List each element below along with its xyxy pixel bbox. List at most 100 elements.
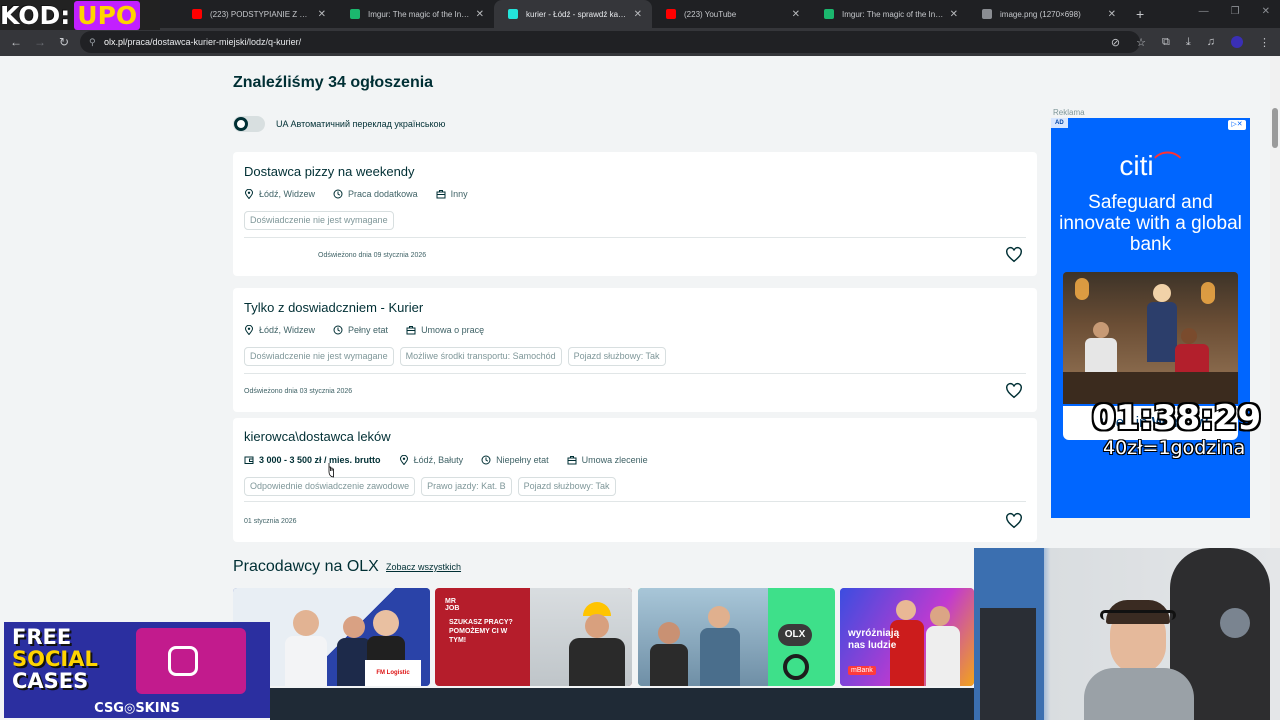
close-window-icon[interactable]: ✕ (1262, 6, 1270, 17)
listing-date: Odświeżono dnia 09 stycznia 2026 (318, 252, 427, 259)
tab-close-icon[interactable]: ✕ (634, 9, 642, 20)
location-pin-icon (244, 189, 254, 199)
employer-slogan: SZUKASZ PRACY? POMOŻEMY CI W TYM! (449, 619, 513, 644)
listing-work-time: Pełny etat (348, 325, 389, 335)
wallet-icon (244, 456, 254, 464)
employer-tile-mr-job[interactable]: MR JOB SZUKASZ PRACY? POMOŻEMY CI W TYM! (435, 588, 632, 686)
listing-meta: Łódź, Widzew Praca dodatkowa Inny (244, 189, 486, 199)
reload-icon[interactable]: ↻ (52, 35, 76, 49)
tab-close-icon[interactable]: ✕ (1108, 9, 1116, 20)
stream-rate-text: 40zł=1godzina (1103, 437, 1246, 459)
mbank-logo: mBank (848, 666, 876, 675)
listing-card[interactable]: Tylko z doswiadczniem - Kurier Łódź, Wid… (233, 288, 1037, 412)
browser-tab[interactable]: Imgur: The magic of the Intern ✕ (336, 0, 494, 28)
url-domain: olx.pl (104, 37, 126, 47)
listing-meta: 3 000 - 3 500 zł / mies. brutto Łódź, Ba… (244, 455, 666, 465)
employer-tile-mbank[interactable]: wyróżniają nas ludzie mBank (840, 588, 974, 686)
tab-close-icon[interactable]: ✕ (792, 9, 800, 20)
media-icon[interactable]: ♫ (1207, 36, 1215, 48)
minimize-icon[interactable]: — (1199, 6, 1209, 17)
listing-date: 01 stycznia 2026 (244, 518, 297, 525)
stream-timer: 01:38:29 (1092, 398, 1262, 438)
forward-icon[interactable]: → (28, 35, 52, 49)
ad-tag: AD (1051, 118, 1068, 128)
listing-work-time: Praca dodatkowa (348, 189, 418, 199)
translate-toggle[interactable] (233, 116, 265, 132)
ad-choices-icon[interactable]: ▷✕ (1228, 120, 1246, 130)
translate-toggle-row: UA Автоматичний переклад українською (233, 116, 445, 132)
stream-logo-overlay: KOD: UPO (0, 0, 160, 30)
browser-tab[interactable]: Imgur: The magic of the Intern ✕ (810, 0, 968, 28)
back-icon[interactable]: ← (4, 35, 28, 49)
listing-date: Odświeżono dnia 03 stycznia 2026 (244, 388, 353, 395)
tab-label: Imgur: The magic of the Intern (368, 9, 470, 19)
tab-close-icon[interactable]: ✕ (318, 9, 326, 20)
url-field[interactable]: ⚲ olx.pl/praca/dostawca-kurier-miejski/l… (80, 31, 1140, 53)
heart-icon[interactable] (1005, 512, 1023, 530)
briefcase-icon (567, 456, 577, 465)
card-divider (244, 501, 1026, 502)
briefcase-icon (406, 326, 416, 335)
translate-toggle-label: UA Автоматичний переклад українською (276, 119, 446, 129)
scrollbar-thumb[interactable] (1272, 108, 1278, 148)
profile-avatar[interactable] (1231, 36, 1243, 48)
employer-tile-olx[interactable]: OLX (638, 588, 835, 686)
logo-text-left: KOD: (0, 0, 71, 30)
listing-chips: Doświadczenie nie jest wymagane Możliwe … (244, 347, 672, 366)
browser-tab[interactable]: kurier - Łódź - sprawdź kateg ✕ (494, 0, 652, 28)
instagram-icon (168, 646, 198, 676)
browser-tab[interactable]: image.png (1270×698) ✕ (968, 0, 1126, 28)
requirement-chip: Pojazd służbowy: Tak (567, 347, 666, 366)
instagram-case-box (136, 628, 246, 694)
tab-favicon-icon (508, 9, 518, 19)
listing-card[interactable]: kierowca\dostawca leków 3 000 - 3 500 zł… (233, 418, 1037, 542)
bookmark-star-icon[interactable]: ☆ (1136, 36, 1146, 49)
listing-contract-type: Umowa zlecenie (581, 455, 648, 465)
heart-icon[interactable] (1005, 246, 1023, 264)
site-info-icon[interactable]: ⚲ (89, 31, 96, 53)
heart-icon[interactable] (1005, 382, 1023, 400)
listing-card[interactable]: Dostawca pizzy na weekendy Łódź, Widzew … (233, 152, 1037, 276)
promo-text: FREE SOCIAL CASES (12, 625, 98, 693)
tab-close-icon[interactable]: ✕ (950, 9, 958, 20)
see-all-employers-link[interactable]: Zobacz wszystkich (386, 562, 461, 572)
maximize-icon[interactable]: ❐ (1231, 6, 1240, 17)
tab-label: image.png (1270×698) (1000, 9, 1081, 19)
tracking-off-icon[interactable]: ⊘ (1111, 36, 1120, 49)
employer-logo: FM Logistic (365, 660, 421, 686)
menu-kebab-icon[interactable]: ⋮ (1259, 36, 1270, 49)
new-tab-button[interactable]: + (1126, 6, 1154, 22)
listing-work-time: Niepełny etat (496, 455, 549, 465)
promo-overlay: FREE SOCIAL CASES CSG◎SKINS (4, 622, 270, 718)
olx-logo: OLX (778, 624, 812, 646)
listing-location: Łódź, Widzew (259, 325, 316, 335)
location-pin-icon (399, 455, 408, 465)
browser-tab[interactable]: (223) YouTube ✕ (652, 0, 810, 28)
requirement-chip: Odpowiednie doświadczenie zawodowe (244, 477, 416, 496)
browser-tab[interactable]: (223) PODSTYPIANIE Z KONFEK ✕ (178, 0, 336, 28)
clock-icon (333, 189, 343, 199)
tab-favicon-icon (350, 9, 360, 19)
card-divider (244, 373, 1026, 374)
extensions-icon[interactable]: ⧉ (1162, 36, 1170, 49)
listing-title[interactable]: Tylko z doswiadczniem - Kurier (244, 300, 423, 315)
tab-close-icon[interactable]: ✕ (476, 9, 484, 20)
employer-slogan: wyróżniają nas ludzie (848, 628, 900, 651)
tab-label: (223) PODSTYPIANIE Z KONFEK (210, 9, 312, 19)
listing-contract-type: Inny (450, 189, 468, 199)
listing-title[interactable]: kierowca\dostawca leków (244, 429, 391, 444)
address-bar-row: ← → ↻ ⚲ olx.pl/praca/dostawca-kurier-mie… (0, 28, 1280, 56)
ad-label: Reklama (1053, 108, 1085, 117)
listing-title[interactable]: Dostawca pizzy na weekendy (244, 164, 415, 179)
listing-chips: Odpowiednie doświadczenie zawodowe Prawo… (244, 477, 622, 496)
tab-favicon-icon (824, 9, 834, 19)
window-controls: — ❐ ✕ (1189, 0, 1280, 23)
mouse-cursor-icon (328, 463, 334, 478)
listing-location: Łódź, Bałuty (413, 455, 464, 465)
listing-salary: 3 000 - 3 500 zł / mies. brutto (259, 455, 381, 465)
download-icon[interactable]: ⤓ (1186, 36, 1191, 49)
listing-contract-type: Umowa o pracę (421, 325, 485, 335)
ad-photo (1063, 272, 1238, 404)
obs-strip (270, 688, 974, 720)
tab-favicon-icon (982, 9, 992, 19)
